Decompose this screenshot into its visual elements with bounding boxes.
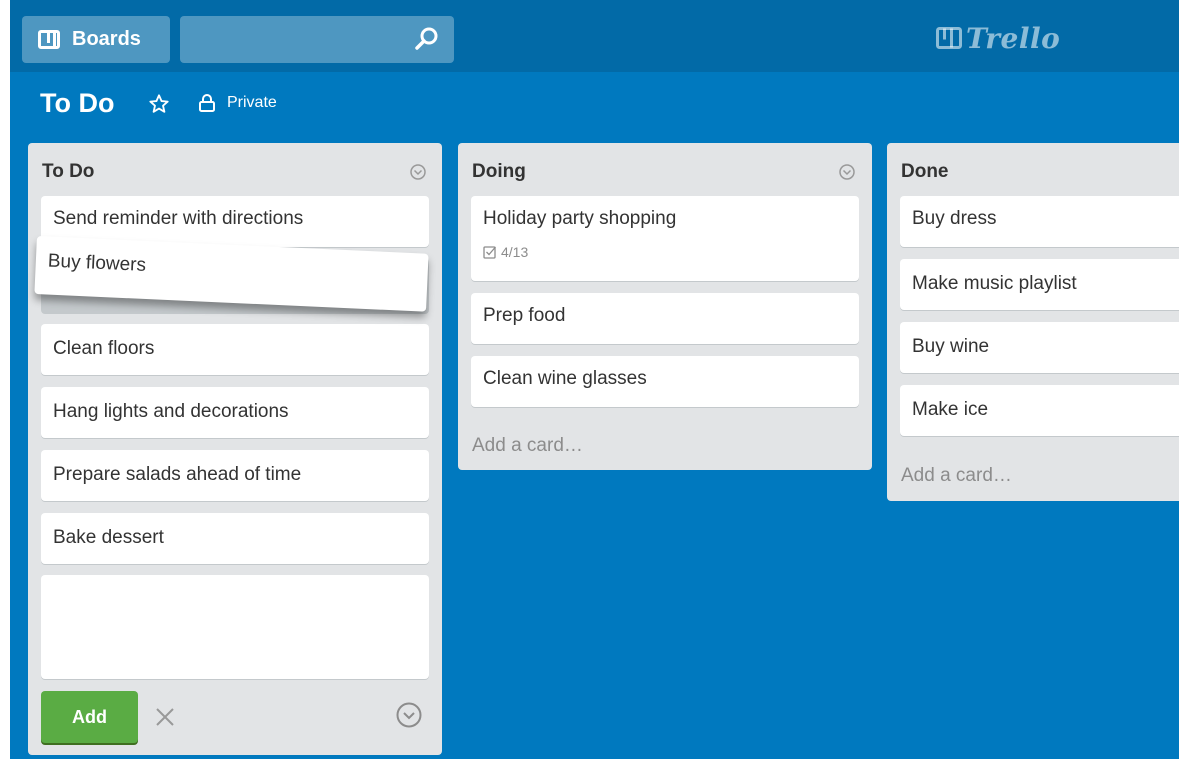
lock-icon[interactable] xyxy=(197,93,217,113)
list-card[interactable]: Hang lights and decorations xyxy=(41,387,429,438)
add-card-button[interactable]: Add xyxy=(41,691,138,743)
boards-icon xyxy=(38,30,60,49)
list-card[interactable]: Bake dessert xyxy=(41,513,429,564)
trello-app: Boards Trello To Do Private To Do Send r… xyxy=(10,0,1179,759)
checklist-count: 4/13 xyxy=(501,244,529,260)
top-header: Boards Trello xyxy=(10,0,1179,72)
trello-logo-text: Trello xyxy=(966,21,1061,55)
add-card-link[interactable]: Add a card… xyxy=(901,465,1012,487)
board-title[interactable]: To Do xyxy=(40,88,114,119)
add-card-link[interactable]: Add a card… xyxy=(472,435,583,457)
list-card[interactable]: Clean floors xyxy=(41,324,429,375)
list-card[interactable]: Make ice xyxy=(900,385,1179,436)
list-menu-icon[interactable] xyxy=(838,163,856,181)
search-icon[interactable] xyxy=(414,26,440,52)
list-card[interactable]: Make music playlist xyxy=(900,259,1179,310)
list-card[interactable]: Buy wine xyxy=(900,322,1179,373)
card-title: Prep food xyxy=(483,305,566,326)
trello-logo[interactable]: Trello xyxy=(936,18,1060,58)
trello-logo-icon xyxy=(936,27,962,49)
card-title: Hang lights and decorations xyxy=(53,401,289,422)
list-card[interactable]: Prep food xyxy=(471,293,859,344)
close-icon[interactable] xyxy=(153,705,177,729)
card-title: Prepare salads ahead of time xyxy=(53,464,302,485)
card-title: Clean floors xyxy=(53,338,155,359)
checklist-badge: 4/13 xyxy=(483,244,528,260)
card-title: Buy wine xyxy=(912,336,990,357)
list-card[interactable]: Clean wine glasses xyxy=(471,356,859,407)
list-card[interactable]: Prepare salads ahead of time xyxy=(41,450,429,501)
search-input[interactable] xyxy=(180,16,454,63)
card-title: Make music playlist xyxy=(912,273,1077,294)
card-composer-textarea[interactable] xyxy=(41,575,429,679)
card-title: Buy dress xyxy=(912,208,997,229)
list-card[interactable]: Holiday party shopping 4/13 xyxy=(471,196,859,281)
list-title[interactable]: Done xyxy=(901,161,949,183)
card-title: Send reminder with directions xyxy=(53,208,304,229)
list-title[interactable]: To Do xyxy=(42,161,94,183)
boards-button[interactable]: Boards xyxy=(22,16,170,63)
chevron-down-icon[interactable] xyxy=(395,701,423,729)
boards-button-label: Boards xyxy=(72,28,141,50)
checklist-icon xyxy=(483,246,496,259)
card-title: Clean wine glasses xyxy=(483,368,647,389)
star-icon[interactable] xyxy=(148,93,170,115)
list-card[interactable]: Buy dress xyxy=(900,196,1179,247)
list-title[interactable]: Doing xyxy=(472,161,526,183)
card-title: Holiday party shopping xyxy=(483,208,677,229)
privacy-label[interactable]: Private xyxy=(227,94,277,112)
card-title: Make ice xyxy=(912,399,989,420)
list-done: Done Buy dress Make music playlist Buy w… xyxy=(887,143,1179,501)
list-doing: Doing Holiday party shopping 4/13 Prep f… xyxy=(458,143,872,470)
card-title: Bake dessert xyxy=(53,527,164,548)
card-title: Buy flowers xyxy=(47,250,147,276)
list-menu-icon[interactable] xyxy=(409,163,427,181)
